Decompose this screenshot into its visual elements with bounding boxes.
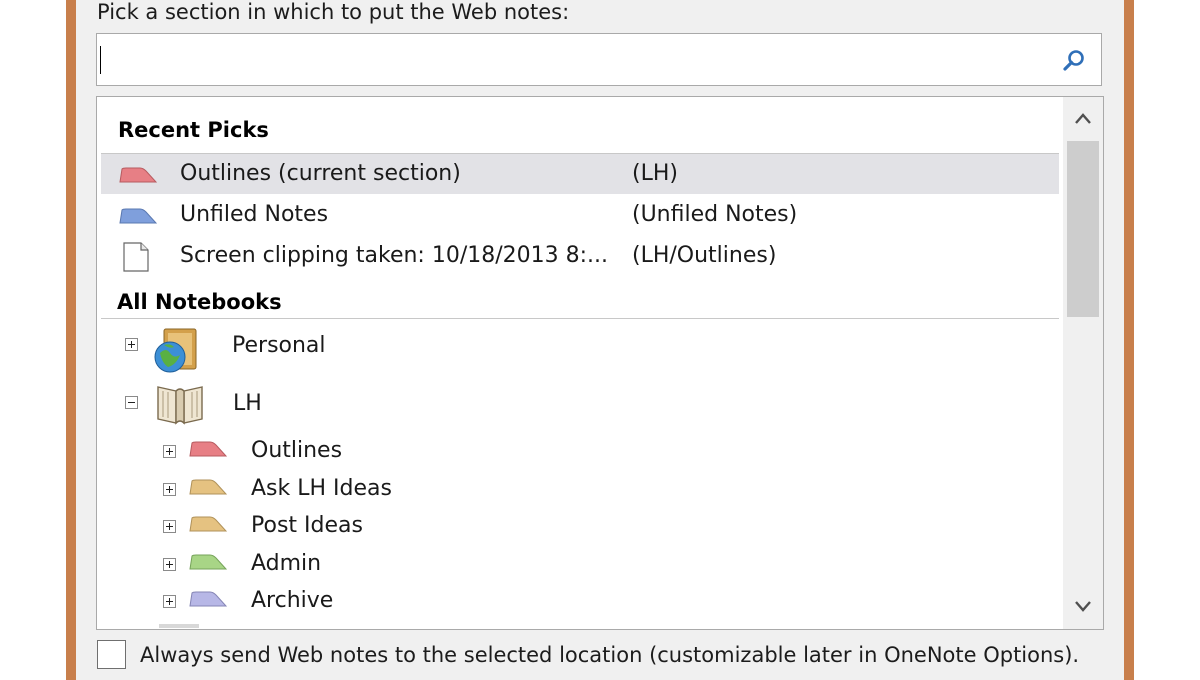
vertical-scrollbar[interactable] — [1063, 97, 1103, 629]
section-item-ask-lh-ideas[interactable]: Ask LH Ideas — [97, 475, 1057, 515]
section-item-post-ideas[interactable]: Post Ideas — [97, 512, 1057, 552]
expand-icon[interactable] — [125, 338, 138, 351]
section-tab-icon — [119, 208, 157, 224]
notebook-label: LH — [233, 391, 262, 416]
always-send-checkbox[interactable] — [97, 640, 126, 669]
expand-icon[interactable] — [163, 595, 176, 608]
section-picker-list[interactable]: Recent Picks Outlines (current section) … — [96, 96, 1104, 630]
notebook-item-lh[interactable]: LH — [97, 383, 1057, 425]
recent-item[interactable]: Outlines (current section) (LH) — [101, 154, 1059, 194]
recent-picks-heading: Recent Picks — [118, 118, 269, 142]
section-item-admin[interactable]: Admin — [97, 550, 1057, 590]
partial-item — [159, 624, 199, 628]
all-notebooks-heading: All Notebooks — [117, 290, 282, 314]
notebook-item-personal[interactable]: Personal — [97, 325, 1057, 373]
section-label: Ask LH Ideas — [251, 476, 392, 501]
always-send-label: Always send Web notes to the selected lo… — [140, 643, 1080, 667]
recent-item-name: Outlines (current section) — [180, 161, 461, 186]
collapse-icon[interactable] — [125, 396, 138, 409]
section-label: Archive — [251, 588, 334, 613]
section-label: Post Ideas — [251, 513, 363, 538]
section-item-outlines[interactable]: Outlines — [97, 437, 1057, 477]
recent-item[interactable]: Screen clipping taken: 10/18/2013 8:... … — [101, 236, 1059, 276]
recent-item-name: Unfiled Notes — [180, 202, 329, 227]
recent-item-name: Screen clipping taken: 10/18/2013 8:... — [180, 243, 609, 268]
recent-item-location: (LH/Outlines) — [632, 243, 777, 268]
notebook-open-icon — [157, 386, 203, 425]
page-icon — [123, 242, 149, 272]
scroll-up-icon[interactable] — [1063, 99, 1103, 137]
notebook-label: Personal — [232, 333, 326, 358]
section-tab-icon — [189, 554, 227, 570]
prompt-label: Pick a section in which to put the Web n… — [97, 0, 570, 24]
notebook-globe-icon — [154, 328, 197, 373]
search-input[interactable] — [96, 33, 1102, 86]
text-caret — [100, 46, 101, 74]
section-item-archive[interactable]: Archive — [97, 587, 1057, 627]
section-tab-icon — [119, 167, 157, 183]
expand-icon[interactable] — [163, 483, 176, 496]
section-tab-icon — [189, 516, 227, 532]
section-tab-icon — [189, 441, 227, 457]
scroll-down-icon[interactable] — [1063, 587, 1103, 625]
scrollbar-thumb[interactable] — [1067, 141, 1099, 317]
section-label: Admin — [251, 551, 322, 576]
expand-icon[interactable] — [163, 558, 176, 571]
section-tab-icon — [189, 591, 227, 607]
recent-item[interactable]: Unfiled Notes (Unfiled Notes) — [101, 195, 1059, 235]
expand-icon[interactable] — [163, 520, 176, 533]
section-tab-icon — [189, 479, 227, 495]
divider — [101, 318, 1059, 319]
recent-item-location: (LH) — [632, 161, 678, 186]
recent-item-location: (Unfiled Notes) — [632, 202, 798, 227]
expand-icon[interactable] — [163, 445, 176, 458]
section-label: Outlines — [251, 438, 343, 463]
search-icon[interactable] — [1061, 48, 1087, 74]
